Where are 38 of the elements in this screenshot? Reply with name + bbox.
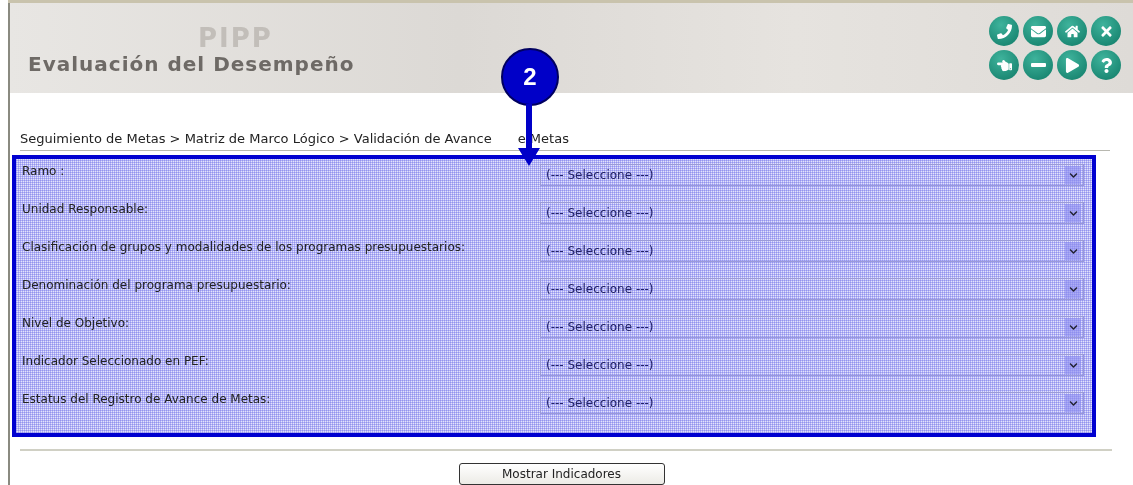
chevron-down-icon	[1065, 356, 1081, 374]
home-button[interactable]	[1057, 16, 1087, 46]
help-button[interactable]	[1091, 50, 1121, 80]
chevron-down-icon	[1065, 166, 1081, 184]
field-label: Ramo :	[22, 163, 66, 178]
field-label: Indicador Seleccionado en PEF:	[22, 353, 210, 368]
hand-pointing-icon	[996, 57, 1012, 73]
select-field[interactable]: (--- Seleccione ---)	[540, 316, 1084, 338]
select-field[interactable]: (--- Seleccione ---)	[540, 278, 1084, 300]
chevron-down-icon	[1065, 204, 1081, 222]
chevron-down-icon	[1065, 280, 1081, 298]
field-label: Denominación del programa presupuestario:	[22, 277, 292, 292]
home-icon	[1064, 23, 1080, 39]
page-title: Evaluación del Desempeño	[28, 52, 355, 76]
mail-icon	[1030, 23, 1046, 39]
chevron-down-icon	[1065, 394, 1081, 412]
minus-icon	[1030, 63, 1046, 67]
select-field[interactable]: (--- Seleccione ---)	[540, 392, 1084, 414]
chevron-down-icon	[1065, 318, 1081, 336]
select-field[interactable]: (--- Seleccione ---)	[540, 240, 1084, 262]
select-field[interactable]: (--- Seleccione ---)	[540, 354, 1084, 376]
field-label: Clasificación de grupos y modalidades de los programas presupuestarios:	[22, 239, 467, 254]
mail-button[interactable]	[1023, 16, 1053, 46]
play-button[interactable]	[1057, 50, 1087, 80]
close-button[interactable]	[1091, 16, 1121, 46]
select-field[interactable]: (--- Seleccione ---)	[540, 202, 1084, 224]
phone-button[interactable]	[989, 16, 1019, 46]
show-indicators-button[interactable]: Mostrar Indicadores	[458, 463, 665, 485]
select-field[interactable]: (--- Seleccione ---)	[540, 164, 1084, 186]
field-label: Unidad Responsable:	[22, 201, 150, 216]
phone-icon	[996, 23, 1012, 39]
minus-button[interactable]	[1023, 50, 1053, 80]
chevron-down-icon	[1065, 242, 1081, 260]
play-icon	[1064, 57, 1080, 73]
field-label: Estatus del Registro de Avance de Metas:	[22, 391, 272, 406]
breadcrumb: Seguimiento de Metas > Matriz de Marco Lógico > Validación de Avance	[20, 131, 492, 146]
field-label: Nivel de Objetivo:	[22, 315, 131, 330]
hand-pointing-button[interactable]	[989, 50, 1019, 80]
